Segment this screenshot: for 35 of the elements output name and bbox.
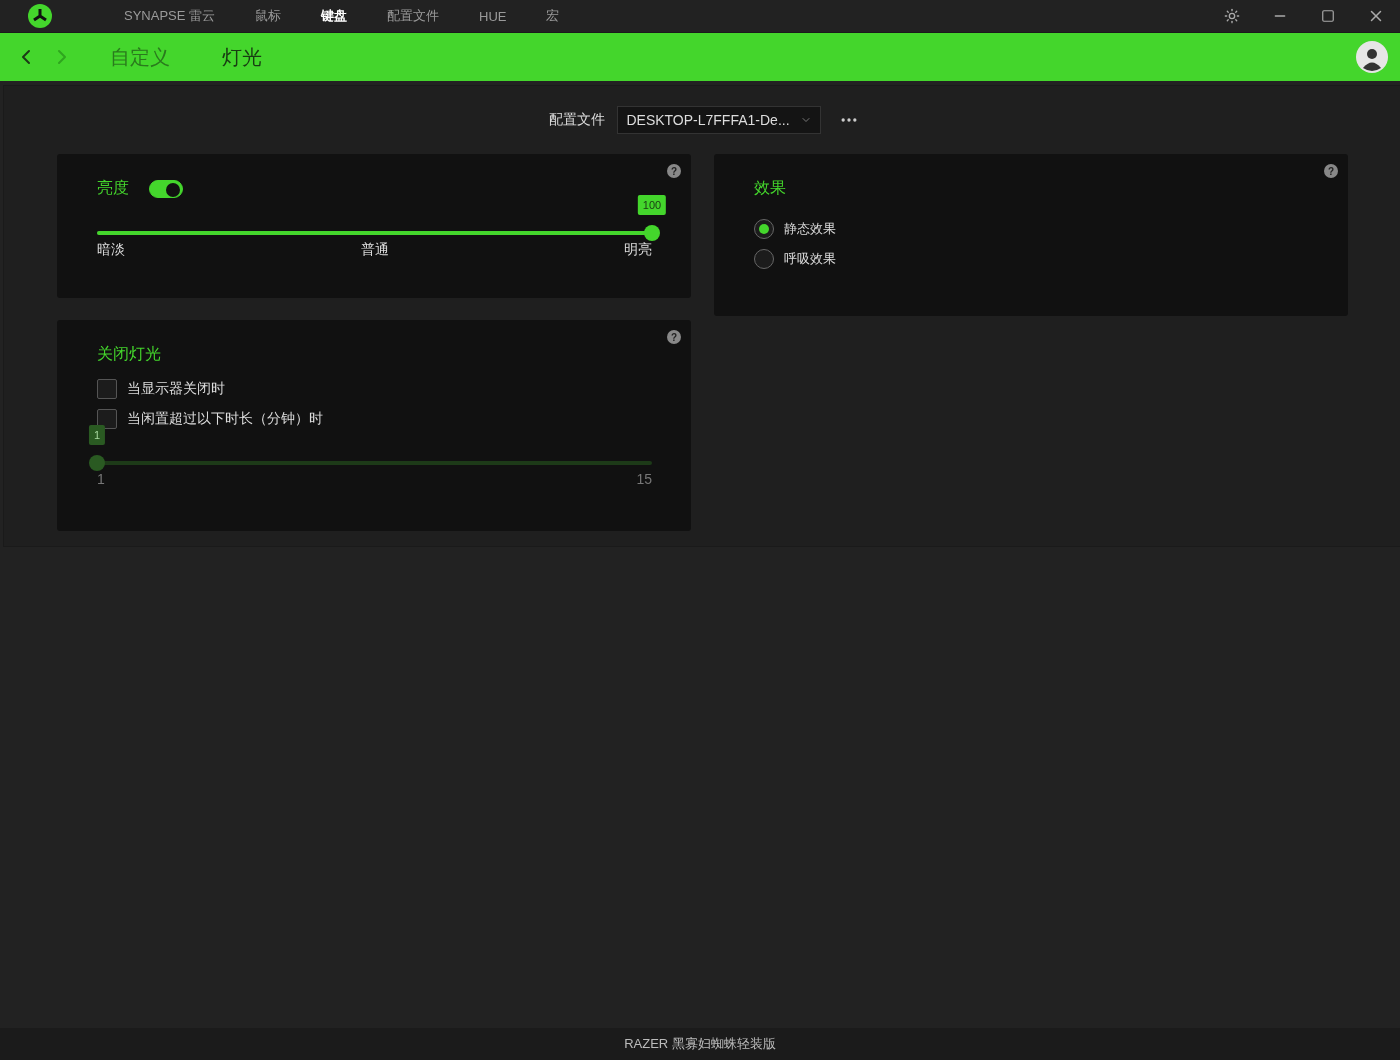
nav-tab[interactable]: SYNAPSE 雷云 — [104, 0, 236, 32]
nav-tab[interactable]: 键盘 — [301, 0, 368, 32]
card-title: 亮度 — [97, 178, 129, 198]
checkbox[interactable] — [97, 379, 117, 399]
radio-button[interactable] — [754, 249, 774, 269]
radio-button[interactable] — [754, 219, 774, 239]
help-icon[interactable]: ? — [667, 330, 681, 344]
checkbox-label: 当显示器关闭时 — [127, 380, 225, 398]
scale-label: 普通 — [360, 241, 389, 259]
nav-tab[interactable]: 宏 — [526, 0, 580, 32]
checkbox[interactable] — [97, 409, 117, 429]
value-badge: 1 — [88, 425, 106, 445]
scale-label: 1 — [97, 471, 105, 487]
device-name: RAZER 黑寡妇蜘蛛轻装版 — [624, 1035, 776, 1053]
profile-label: 配置文件 — [549, 111, 606, 129]
logo-icon — [28, 4, 52, 28]
sub-tab[interactable]: 灯光 — [196, 43, 288, 71]
help-icon[interactable]: ? — [1324, 164, 1338, 178]
scale-label: 15 — [636, 471, 652, 487]
slider-thumb[interactable] — [644, 225, 660, 241]
radio-label: 静态效果 — [784, 220, 836, 238]
checkbox-label: 当闲置超过以下时长（分钟）时 — [127, 410, 323, 428]
help-icon[interactable]: ? — [667, 164, 681, 178]
card-title: 关闭灯光 — [97, 345, 161, 362]
scale-label: 暗淡 — [97, 241, 125, 259]
brightness-toggle[interactable] — [149, 179, 183, 198]
radio-label: 呼吸效果 — [784, 250, 836, 268]
nav-tab[interactable]: 鼠标 — [235, 0, 302, 32]
avatar-icon[interactable] — [1356, 41, 1388, 73]
profile-dropdown[interactable]: DESKTOP-L7FFFA1-De... — [617, 106, 821, 134]
nav-tab[interactable]: HUE — [459, 0, 527, 32]
value-badge: 100 — [637, 195, 667, 215]
card-title: 效果 — [754, 179, 786, 196]
scale-label: 明亮 — [624, 241, 652, 259]
nav-tab[interactable]: 配置文件 — [367, 0, 460, 32]
